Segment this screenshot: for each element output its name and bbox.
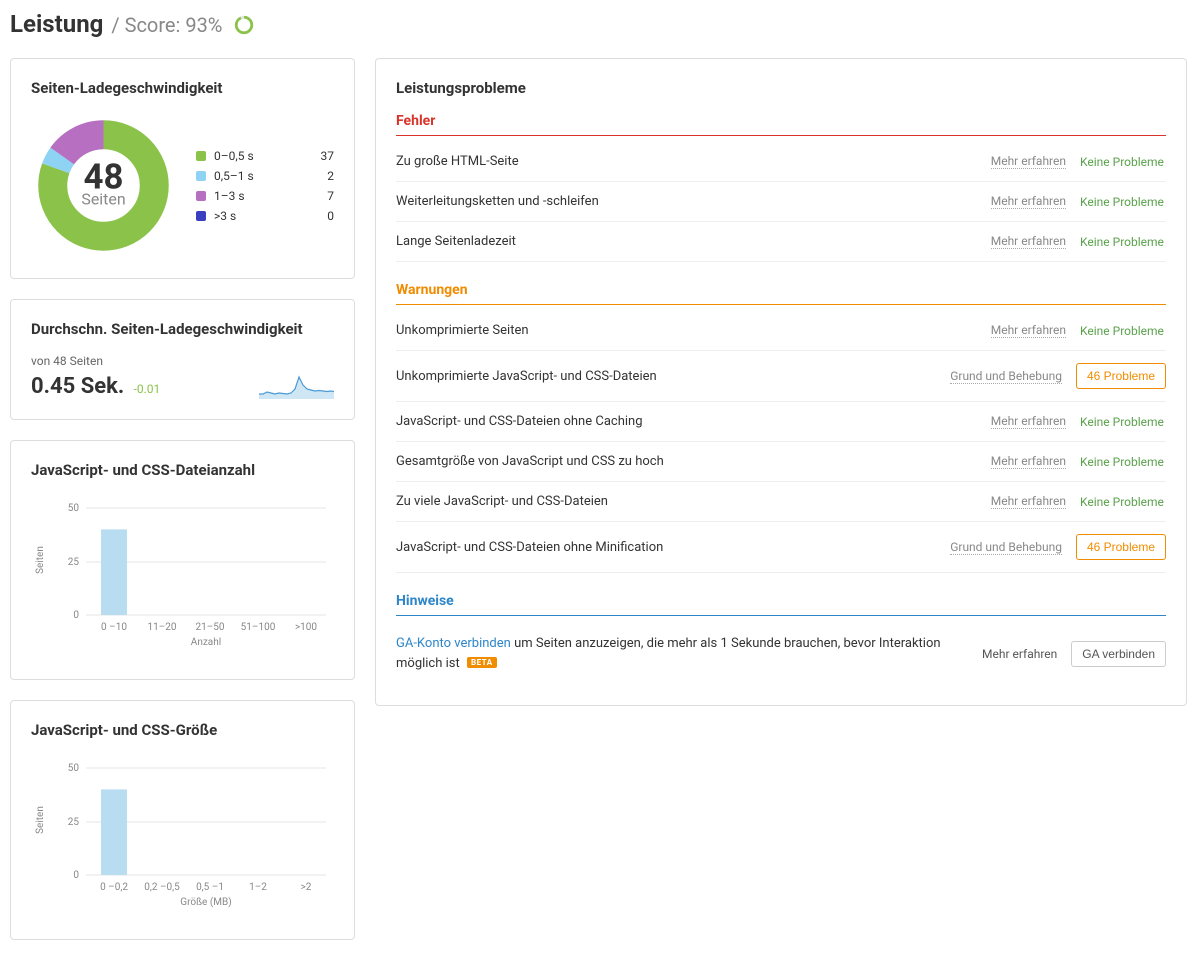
page-header: Leistung / Score: 93%	[10, 10, 1187, 38]
issue-name: Zu viele JavaScript- und CSS-Dateien	[396, 494, 977, 509]
beta-badge: BETA	[467, 657, 497, 668]
svg-text:25: 25	[68, 817, 80, 828]
legend-row: 0,5–1 s 2	[196, 166, 334, 186]
svg-text:0: 0	[73, 610, 79, 621]
reason-fix-link[interactable]: Grund und Behebung	[950, 540, 1062, 555]
card-title: Seiten-Ladegeschwindigkeit	[31, 79, 334, 97]
card-js-css-count: JavaScript- und CSS-Dateianzahl Seiten 5…	[10, 440, 355, 680]
issue-row: Lange Seitenladezeit Mehr erfahren Keine…	[396, 222, 1166, 262]
learn-more-link[interactable]: Mehr erfahren	[991, 154, 1066, 169]
status-ok: Keine Probleme	[1080, 415, 1166, 429]
legend-row: >3 s 0	[196, 206, 334, 226]
sparkline-chart	[259, 375, 334, 399]
avg-value: 0.45 Sek.	[31, 374, 124, 399]
svg-text:Größe (MB): Größe (MB)	[180, 896, 231, 908]
problems-button[interactable]: 46 Probleme	[1076, 534, 1166, 560]
svg-text:51–100: 51–100	[241, 622, 276, 633]
legend-swatch	[196, 171, 206, 181]
learn-more-link[interactable]: Mehr erfahren	[991, 414, 1066, 429]
card-title: JavaScript- und CSS-Größe	[31, 721, 334, 739]
card-page-load-speed: Seiten-Ladegeschwindigkeit 48 Seiten 0–0…	[10, 58, 355, 279]
issue-row: Gesamtgröße von JavaScript und CSS zu ho…	[396, 442, 1166, 482]
learn-more-link[interactable]: Mehr erfahren	[991, 323, 1066, 338]
svg-text:25: 25	[68, 557, 80, 568]
avg-delta: -0.01	[134, 382, 161, 396]
issue-row: JavaScript- und CSS-Dateien ohne Caching…	[396, 402, 1166, 442]
card-js-css-size: JavaScript- und CSS-Größe Seiten 50 25 0…	[10, 700, 355, 940]
legend-row: 0–0,5 s 37	[196, 146, 334, 166]
issue-name: Lange Seitenladezeit	[396, 234, 977, 249]
avg-subtitle: von 48 Seiten	[31, 354, 334, 368]
status-ok: Keine Probleme	[1080, 195, 1166, 209]
svg-text:50: 50	[68, 763, 80, 774]
svg-text:0: 0	[73, 870, 79, 881]
learn-more-link[interactable]: Mehr erfahren	[991, 494, 1066, 509]
issue-row: Weiterleitungsketten und -schleifen Mehr…	[396, 182, 1166, 222]
card-title: Leistungsprobleme	[396, 79, 1166, 97]
learn-more-link[interactable]: Mehr erfahren	[991, 194, 1066, 209]
svg-text:0,5 –1: 0,5 –1	[196, 882, 224, 893]
svg-text:Seiten: Seiten	[35, 806, 46, 834]
issue-row: Zu viele JavaScript- und CSS-Dateien Meh…	[396, 482, 1166, 522]
problems-button[interactable]: 46 Probleme	[1076, 363, 1166, 389]
svg-text:Seiten: Seiten	[81, 189, 125, 208]
issue-row: Unkomprimierte Seiten Mehr erfahren Kein…	[396, 311, 1166, 351]
issue-row: Zu große HTML-Seite Mehr erfahren Keine …	[396, 142, 1166, 182]
donut-legend: 0–0,5 s 37 0,5–1 s 2 1–3 s 7	[196, 146, 334, 226]
svg-text:0 –0,2: 0 –0,2	[100, 882, 128, 893]
status-ok: Keine Probleme	[1080, 455, 1166, 469]
status-ok: Keine Probleme	[1080, 235, 1166, 249]
svg-text:0 –10: 0 –10	[101, 622, 127, 633]
svg-text:Anzahl: Anzahl	[191, 637, 221, 648]
reason-fix-link[interactable]: Grund und Behebung	[950, 369, 1062, 384]
ga-connect-link[interactable]: GA-Konto verbinden	[396, 636, 511, 651]
issue-row: JavaScript- und CSS-Dateien ohne Minific…	[396, 522, 1166, 573]
learn-more-link[interactable]: Mehr erfahren	[991, 454, 1066, 469]
card-avg-load-speed: Durchschn. Seiten-Ladegeschwindigkeit vo…	[10, 299, 355, 420]
legend-swatch	[196, 211, 206, 221]
card-title: Durchschn. Seiten-Ladegeschwindigkeit	[31, 320, 334, 338]
card-title: JavaScript- und CSS-Dateianzahl	[31, 461, 334, 479]
svg-text:1–2: 1–2	[249, 882, 267, 893]
issue-name: JavaScript- und CSS-Dateien ohne Caching	[396, 414, 977, 429]
issue-name: Unkomprimierte Seiten	[396, 323, 977, 338]
svg-text:0,2 –0,5: 0,2 –0,5	[144, 882, 180, 893]
svg-text:>100: >100	[295, 622, 317, 633]
issue-name: Gesamtgröße von JavaScript und CSS zu ho…	[396, 454, 977, 469]
status-ok: Keine Probleme	[1080, 324, 1166, 338]
learn-more-text: Mehr erfahren	[982, 647, 1057, 661]
donut-chart: 48 Seiten	[31, 113, 176, 258]
svg-text:11–20: 11–20	[147, 622, 176, 633]
issue-name: Weiterleitungsketten und -schleifen	[396, 194, 977, 209]
learn-more-link[interactable]: Mehr erfahren	[991, 234, 1066, 249]
bar-chart-size: Seiten 50 25 0 0 –0,2 0,2 –0,5 0,5 –1 1–…	[31, 755, 331, 915]
bar-chart-count: Seiten 50 25 0 0 –10 11–20 21–50 51–100 …	[31, 495, 331, 655]
page-title: Leistung	[10, 10, 103, 38]
legend-row: 1–3 s 7	[196, 186, 334, 206]
legend-swatch	[196, 151, 206, 161]
svg-text:Seiten: Seiten	[35, 546, 46, 574]
issue-name: Zu große HTML-Seite	[396, 154, 977, 169]
ga-note-text: GA-Konto verbinden um Seiten anzuzeigen,…	[396, 634, 968, 673]
svg-text:50: 50	[68, 503, 80, 514]
issue-row: GA-Konto verbinden um Seiten anzuzeigen,…	[396, 622, 1166, 685]
ga-connect-button[interactable]: GA verbinden	[1071, 641, 1166, 667]
section-header-warnings: Warnungen	[396, 282, 1166, 305]
svg-text:21–50: 21–50	[195, 622, 224, 633]
section-header-errors: Fehler	[396, 113, 1166, 136]
issue-row: Unkomprimierte JavaScript- und CSS-Datei…	[396, 351, 1166, 402]
score-label: / Score: 93%	[111, 13, 222, 37]
status-ok: Keine Probleme	[1080, 495, 1166, 509]
section-header-notes: Hinweise	[396, 593, 1166, 616]
legend-swatch	[196, 191, 206, 201]
issue-name: JavaScript- und CSS-Dateien ohne Minific…	[396, 540, 936, 555]
issue-name: Unkomprimierte JavaScript- und CSS-Datei…	[396, 369, 936, 384]
status-ok: Keine Probleme	[1080, 155, 1166, 169]
card-performance-issues: Leistungsprobleme Fehler Zu große HTML-S…	[375, 58, 1187, 706]
score-donut-icon	[234, 15, 254, 35]
svg-text:>2: >2	[301, 882, 312, 893]
